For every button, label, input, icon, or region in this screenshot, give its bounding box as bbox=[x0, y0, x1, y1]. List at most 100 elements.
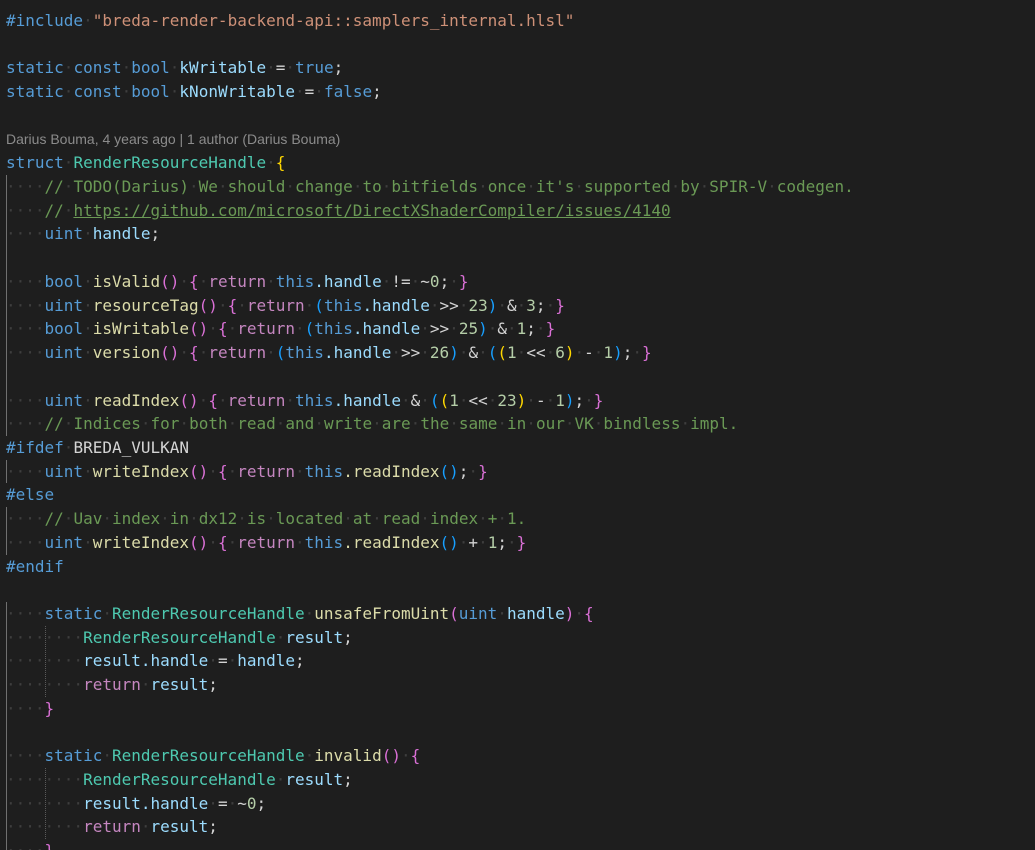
code-token: ·>>· bbox=[429, 295, 469, 315]
code-token: ·RenderResourceHandle bbox=[102, 746, 305, 766]
code-token: ·invalid bbox=[304, 746, 382, 766]
whitespace-dots: ···· bbox=[6, 200, 45, 220]
whitespace-dots: ···· bbox=[6, 461, 45, 481]
code-token: ·isValid bbox=[83, 271, 161, 291]
code-editor[interactable]: #include·"breda-render-backend-api::samp… bbox=[0, 0, 1035, 850]
code-token: ; bbox=[622, 343, 633, 363]
code-token: bool bbox=[44, 271, 84, 291]
code-token: ·bool bbox=[121, 82, 170, 102]
code-token: .handle bbox=[314, 271, 382, 291]
code-token: · bbox=[179, 343, 190, 363]
code-token: 6 bbox=[555, 343, 565, 363]
code-token: 23 bbox=[468, 295, 488, 315]
code-token: () bbox=[381, 746, 401, 766]
code-token: ·handle bbox=[497, 604, 565, 623]
code-token: ·this bbox=[285, 390, 334, 410]
code-token: static bbox=[44, 746, 103, 766]
whitespace-dots: ···· bbox=[6, 746, 45, 766]
code-token: { bbox=[217, 461, 228, 481]
code-token: ( bbox=[497, 343, 508, 363]
code-token: ·return bbox=[227, 461, 296, 481]
code-token: { bbox=[189, 343, 199, 363]
git-blame-codelens[interactable]: Darius Bouma, 4 years ago | 1 author (Da… bbox=[6, 128, 340, 152]
code-token: · bbox=[208, 319, 218, 339]
code-token: () bbox=[189, 319, 209, 339]
code-token: ·bool bbox=[121, 58, 170, 78]
code-token: 0 bbox=[429, 271, 440, 291]
indent-guide bbox=[6, 507, 7, 555]
code-token: 0 bbox=[246, 793, 257, 813]
code-token: RenderResourceHandle bbox=[83, 627, 276, 647]
code-token: bool bbox=[44, 319, 84, 339]
code-token: uint bbox=[44, 343, 84, 363]
code-token: ·} bbox=[468, 461, 488, 481]
code-token: 1 bbox=[555, 390, 565, 410]
code-token: ) bbox=[478, 319, 488, 339]
code-line: #else bbox=[6, 483, 54, 507]
code-token: static bbox=[6, 58, 64, 78]
code-token: ·this bbox=[266, 271, 315, 291]
code-line: struct·RenderResourceHandle·{ bbox=[6, 151, 285, 175]
code-token: { bbox=[584, 604, 594, 623]
code-token: ·-· bbox=[526, 390, 556, 410]
code-token: ·result bbox=[275, 627, 344, 647]
code-token: ·writeIndex bbox=[83, 461, 190, 481]
code-line: ····static·RenderResourceHandle·invalid(… bbox=[6, 744, 420, 768]
code-token: ; bbox=[343, 770, 353, 790]
code-token: ; bbox=[372, 82, 382, 102]
code-token: .readIndex bbox=[343, 461, 440, 481]
code-token: ·const bbox=[63, 58, 122, 78]
code-token: this bbox=[314, 319, 353, 339]
code-token: { bbox=[410, 746, 421, 766]
code-token: //·Uav·index·in·dx12·is·located·at·read·… bbox=[44, 509, 527, 529]
code-token: .handle bbox=[352, 319, 421, 339]
code-token: uint bbox=[44, 295, 84, 315]
code-token: ; bbox=[535, 295, 546, 315]
code-token: } bbox=[44, 698, 55, 718]
code-token: ·resourceTag bbox=[83, 295, 199, 315]
whitespace-dots: ···· bbox=[6, 509, 45, 529]
code-token: { bbox=[208, 390, 218, 410]
indent-guide bbox=[6, 175, 7, 436]
code-line: static·const·bool·kWritable·=·true; bbox=[6, 56, 343, 80]
code-token: ·const bbox=[63, 82, 122, 102]
code-token: this bbox=[285, 343, 324, 363]
code-token: 3 bbox=[526, 295, 536, 315]
code-token: ( bbox=[487, 343, 498, 363]
code-line: ····} bbox=[6, 697, 54, 721]
whitespace-dots: ···· bbox=[6, 319, 45, 339]
code-token: ) bbox=[516, 390, 527, 410]
code-token: ; bbox=[343, 627, 353, 647]
code-token: 1 bbox=[603, 343, 614, 363]
code-token: //· bbox=[44, 200, 74, 220]
code-token: RenderResourceHandle bbox=[73, 153, 267, 173]
code-token: 1 bbox=[516, 319, 527, 339]
code-token: ·} bbox=[506, 532, 527, 552]
code-token: ·+· bbox=[458, 532, 488, 552]
code-token: ) bbox=[564, 343, 575, 363]
code-token: ; bbox=[526, 319, 536, 339]
code-token: ·-· bbox=[574, 343, 604, 363]
code-token: ·unsafeFromUint bbox=[304, 604, 450, 623]
code-line: static·const·bool·kNonWritable·=·false; bbox=[6, 80, 382, 104]
code-token: ( bbox=[275, 343, 286, 363]
code-token: ; bbox=[150, 224, 161, 244]
code-token: ; bbox=[497, 532, 507, 552]
code-line: ····uint·writeIndex()·{·return·this.read… bbox=[6, 460, 488, 484]
code-token: ( bbox=[429, 390, 440, 410]
code-token: return bbox=[83, 675, 141, 695]
code-token: () bbox=[198, 295, 218, 315]
code-token: ; bbox=[439, 271, 450, 291]
code-link[interactable]: https://github.com/microsoft/DirectXShad… bbox=[73, 201, 670, 220]
code-token: uint bbox=[44, 224, 84, 244]
code-token: ) bbox=[613, 343, 623, 363]
code-token: ·} bbox=[545, 295, 565, 315]
whitespace-dots: ···· bbox=[6, 698, 45, 718]
code-token: .handle bbox=[333, 390, 401, 410]
code-token: handle bbox=[237, 651, 296, 671]
code-token: ; bbox=[458, 461, 469, 481]
code-token: ; bbox=[208, 817, 218, 837]
code-token: this bbox=[323, 295, 363, 315]
code-line: ········return·result; bbox=[6, 815, 218, 839]
code-token: ·} bbox=[535, 319, 556, 339]
